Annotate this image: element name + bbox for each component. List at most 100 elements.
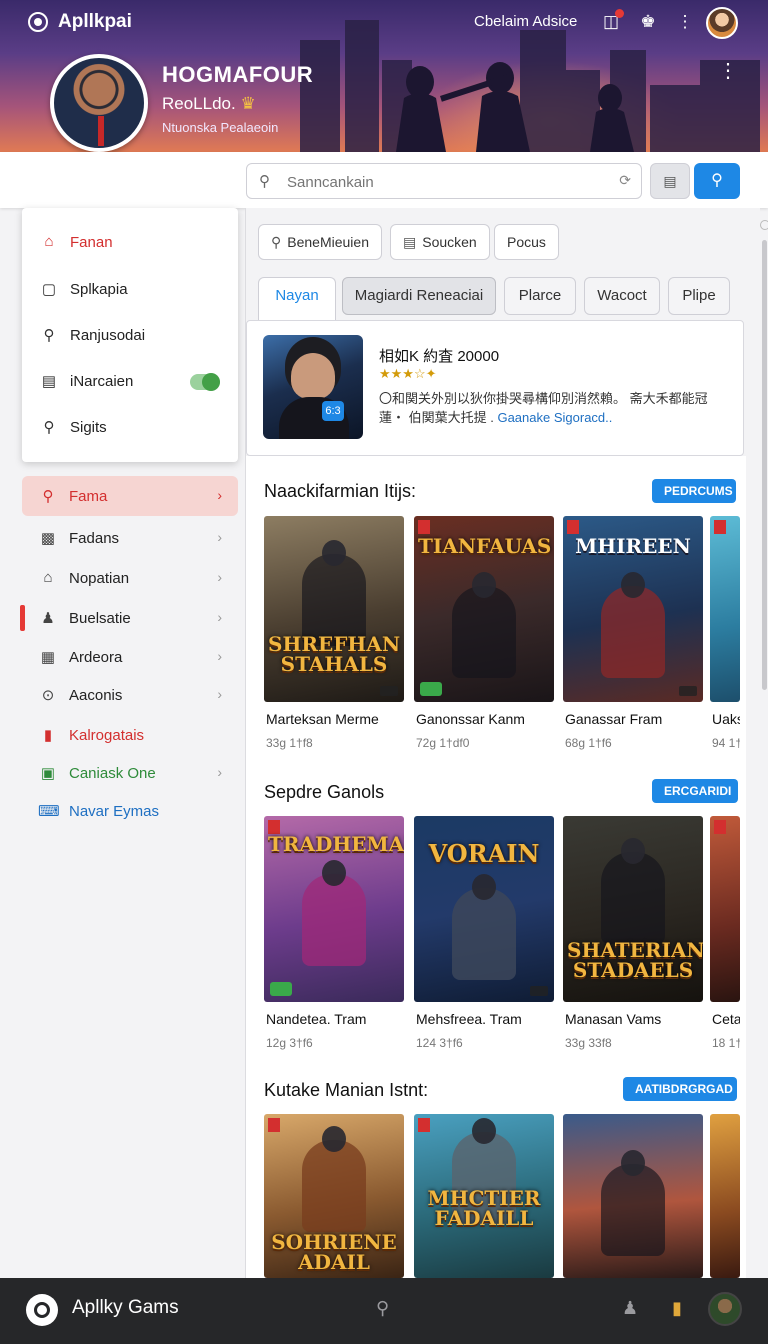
- cover-title: TRADHEMAK: [268, 832, 404, 856]
- game-meta: 33g 1†f8: [266, 736, 313, 750]
- dropdown-item-4[interactable]: ▤ iNarcaien: [22, 361, 238, 401]
- toggle-switch[interactable]: [190, 373, 220, 391]
- sidebar-item-5[interactable]: ▦ Ardeora ›: [22, 637, 238, 677]
- cover-title: SHATERIAN STADAELS: [567, 938, 703, 982]
- game-meta: 33g 33f8: [565, 1036, 612, 1050]
- game-controller-icon[interactable]: ♚: [637, 11, 659, 33]
- dropdown-item-3[interactable]: ⚲ Ranjusodai: [22, 315, 238, 355]
- featured-title: 相如K 約査 20000: [379, 348, 500, 365]
- user-avatar[interactable]: [706, 7, 738, 39]
- top-link[interactable]: Cbelaim Adsice: [474, 13, 577, 30]
- tab-1[interactable]: Nayan: [258, 277, 336, 321]
- sidebar-item-6[interactable]: ⊙ Aaconis ›: [22, 675, 238, 715]
- section-button[interactable]: ERCGARIDI: [652, 779, 738, 803]
- chip-label: Soucken: [422, 234, 477, 250]
- chevron-right-icon: ›: [217, 609, 222, 625]
- sidebar-item-1[interactable]: ⚲ Fama ›: [22, 476, 238, 516]
- notification-icon[interactable]: ◫: [600, 9, 624, 33]
- tab-5[interactable]: Plipe: [668, 277, 730, 315]
- featured-link[interactable]: Gaanake Sigoracd..: [497, 410, 612, 425]
- profile-tagline: Ntuonska Pealaeoin: [162, 120, 279, 135]
- featured-thumbnail: [263, 335, 363, 439]
- sidebar-item-9[interactable]: ⌨ Navar Eymas: [22, 791, 238, 831]
- search-icon: ⚲: [711, 172, 723, 189]
- briefcase-icon: ▩: [40, 530, 56, 547]
- game-cover: [563, 1114, 703, 1278]
- notification-badge: [615, 9, 624, 18]
- cover-corner: [268, 1118, 280, 1132]
- app-title: Apllkpai: [58, 11, 132, 32]
- search-icon[interactable]: ⚲: [376, 1298, 389, 1319]
- trophy-icon[interactable]: ▮: [672, 1298, 682, 1319]
- scroll-up-arrow[interactable]: [760, 220, 768, 230]
- filter-chip-2[interactable]: ▤ Soucken: [390, 224, 490, 260]
- search-input[interactable]: [287, 170, 607, 194]
- featured-description: 〇和関关外別以狄你掛哭尋構仰別消然賴。 斋大禾都能冠蓮・ 伯関葉大托提 . Ga…: [379, 389, 729, 427]
- game-cover: MHCTIER FADAILL: [414, 1114, 554, 1278]
- chevron-right-icon: ›: [217, 686, 222, 702]
- dropdown-item-label: Ranjusodai: [70, 327, 146, 344]
- chat-icon: ▣: [40, 765, 56, 782]
- user-icon: ♟: [41, 610, 55, 627]
- search-icon: ⚲: [43, 327, 55, 344]
- app-logo-icon[interactable]: [28, 12, 48, 32]
- cover-title: MHCTIER FADAILL: [427, 1186, 541, 1230]
- featured-card[interactable]: 6:3 相如K 約査 20000 ★★★☆✦ 〇和関关外別以狄你掛哭尋構仰別消然…: [246, 320, 744, 456]
- section-title: Sepdre Ganols: [264, 782, 385, 802]
- dropdown-item-2[interactable]: ▢ Splkapia: [22, 269, 238, 309]
- more-vertical-icon[interactable]: ⋮: [674, 11, 696, 33]
- chevron-right-icon: ›: [217, 569, 222, 585]
- filter-button[interactable]: ▤: [650, 163, 690, 199]
- game-meta: 94 1†f: [712, 736, 740, 750]
- game-card-partial[interactable]: Ceta 18 1†: [710, 816, 740, 1066]
- dropdown-item-5[interactable]: ⚲ Sigits: [22, 407, 238, 447]
- filter-chip-1[interactable]: ⚲ BeneMieuien: [258, 224, 382, 260]
- search-button[interactable]: ⚲: [694, 163, 740, 199]
- search-icon: ⚲: [259, 173, 270, 190]
- featured-badge: 6:3: [322, 401, 344, 421]
- keyboard-icon: ⌨: [38, 803, 60, 820]
- top-bar: Apllkpai Cbelaim Adsice ◫ ♚ ⋮: [0, 0, 768, 44]
- cover-corner: [714, 820, 726, 834]
- app-logo-icon[interactable]: [26, 1294, 58, 1326]
- game-card-partial[interactable]: Uaks 94 1†f: [710, 516, 740, 766]
- search-box: ⚲ ⟳: [246, 163, 642, 199]
- cover-tag: [679, 686, 697, 696]
- sidebar-item-4[interactable]: ♟ Buelsatie ›: [22, 598, 238, 638]
- user-avatar[interactable]: [708, 1292, 742, 1326]
- filter-chip-3[interactable]: Pocus: [494, 224, 559, 260]
- refresh-icon[interactable]: ⟳: [619, 172, 631, 189]
- user-icon[interactable]: ♟: [622, 1298, 638, 1319]
- square-icon: ▢: [41, 281, 57, 298]
- sidebar-item-8[interactable]: ▣ Caniask One ›: [22, 753, 238, 793]
- sidebar-item-label: Nopatian: [69, 570, 130, 587]
- game-cover: [710, 1114, 740, 1278]
- game-meta: 68g 1†f6: [565, 736, 612, 750]
- house-icon: ⌂: [43, 569, 53, 586]
- game-cover: MHIREEN: [563, 516, 703, 702]
- game-meta: 124 3†f6: [416, 1036, 463, 1050]
- tab-3[interactable]: Plarce: [504, 277, 576, 315]
- game-name: Ceta: [712, 1011, 740, 1027]
- dropdown-item-label: Fanan: [70, 234, 113, 251]
- sidebar-item-3[interactable]: ⌂ Nopatian ›: [22, 558, 238, 598]
- game-cover: SOHRIENE ADAIL: [264, 1114, 404, 1278]
- section-button[interactable]: AATIBDRGRGAD: [623, 1077, 737, 1101]
- profile-more-icon[interactable]: ⋮: [718, 58, 738, 83]
- search-icon: ⚲: [42, 488, 54, 505]
- tab-2[interactable]: Magiardi Reneaciai: [342, 277, 496, 315]
- game-meta: 12g 3†f6: [266, 1036, 313, 1050]
- chevron-right-icon: ›: [217, 529, 222, 545]
- cover-title: VORAIN: [428, 839, 540, 868]
- sidebar-item-7[interactable]: ▮ Kalrogatais: [22, 715, 238, 755]
- game-meta: 72g 1†df0: [416, 736, 470, 750]
- dropdown-item-home[interactable]: ⌂ Fanan: [22, 222, 238, 262]
- tab-4[interactable]: Wacoct: [584, 277, 660, 315]
- scrollbar[interactable]: [762, 240, 767, 690]
- cover-tag: [530, 986, 548, 996]
- section-button[interactable]: PEDRCUMS: [652, 479, 736, 503]
- sidebar-item-label: Buelsatie: [69, 610, 131, 627]
- game-card-partial[interactable]: [710, 1114, 740, 1278]
- sidebar-item-2[interactable]: ▩ Fadans ›: [22, 518, 238, 558]
- rating-stars: ★★★☆✦: [379, 366, 437, 381]
